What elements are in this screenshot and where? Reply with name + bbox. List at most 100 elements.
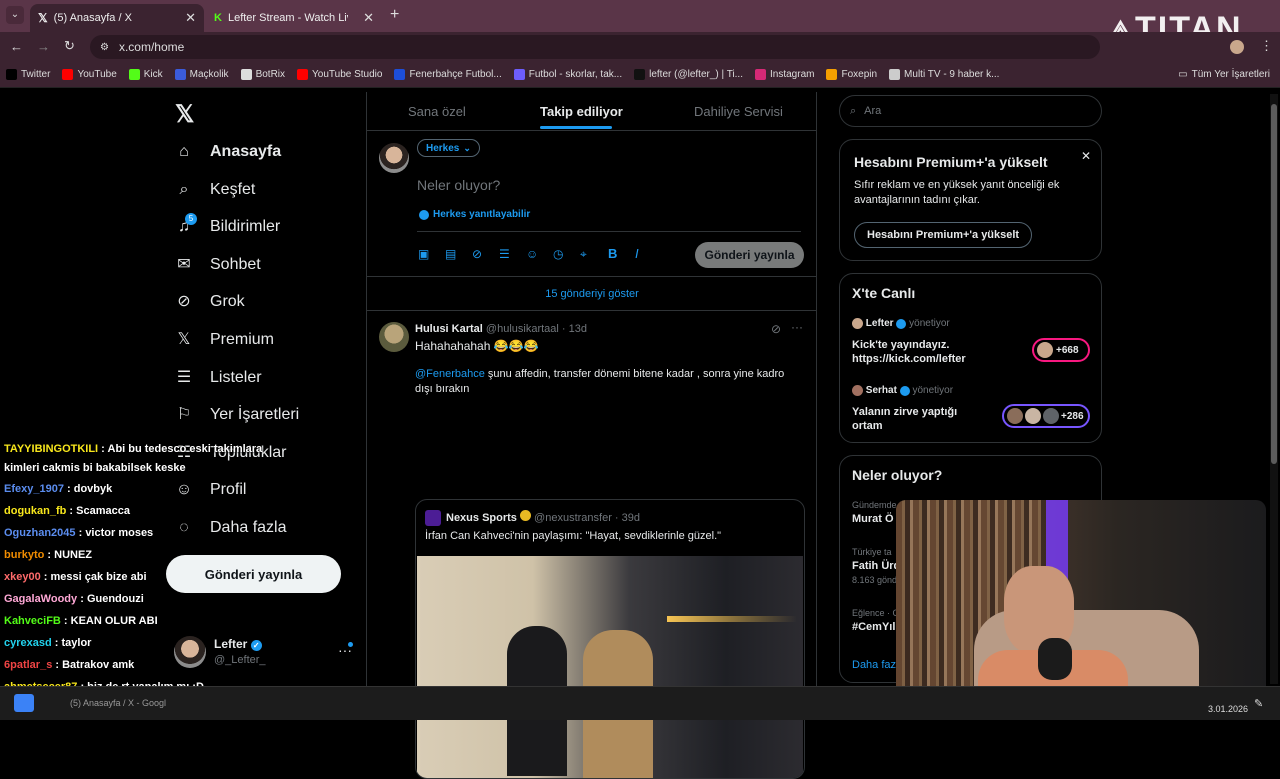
emoji-icon[interactable]: ☺ <box>526 247 538 261</box>
live-item[interactable]: Lefter yönetiyor Kick'te yayındayız. htt… <box>852 318 1092 372</box>
nav-item-6[interactable]: 𝕏 Premium <box>174 330 274 350</box>
bold-icon[interactable]: B <box>608 246 617 261</box>
gif-icon[interactable]: ▤ <box>445 247 456 261</box>
page-scrollbar[interactable] <box>1270 94 1278 684</box>
location-icon[interactable]: ⌖ <box>580 247 587 262</box>
chat-text: Scamacca <box>76 505 130 517</box>
account-switcher[interactable]: Lefter ✓ @_Lefter_ ··· <box>174 634 356 674</box>
post-author[interactable]: Hulusi Kartal <box>415 323 483 335</box>
bookmark-item[interactable]: Instagram <box>755 69 814 80</box>
tab-search-button[interactable]: ⌄ <box>6 6 24 24</box>
all-bookmarks-folder[interactable]: ▭ Tüm Yer İşaretleri <box>1178 69 1270 80</box>
tab-following[interactable]: Takip ediliyor <box>540 92 623 130</box>
nav-item-1[interactable]: ⌂ Anasayfa <box>174 142 281 162</box>
bookmark-item[interactable]: Foxepin <box>826 69 877 80</box>
webcam-overlay <box>896 500 1266 705</box>
close-tab-icon[interactable]: ✕ <box>185 10 196 26</box>
scrollbar-thumb[interactable] <box>1271 104 1277 464</box>
post-body: @Fenerbahce şunu affedin, transfer dönem… <box>415 368 785 395</box>
quoted-post[interactable]: Nexus Sports @nexustransfer · 39d İrfan … <box>415 499 805 779</box>
taskbar-app-icon[interactable] <box>14 694 34 712</box>
trend-name: #CemYıl <box>852 621 896 633</box>
divider <box>367 130 817 131</box>
bookmark-item[interactable]: Maçkolik <box>174 69 229 80</box>
nav-item-2[interactable]: ⌕ Keşfet <box>174 180 256 200</box>
image-icon[interactable]: ▣ <box>418 247 429 261</box>
sidebar-post-button[interactable]: Gönderi yayınla <box>166 555 341 593</box>
bookmark-favicon-icon <box>513 69 525 80</box>
live-item[interactable]: Serhat yönetiyor Yalanın zirve yaptığı o… <box>852 385 1092 439</box>
notification-icon[interactable]: ✎ <box>1254 697 1263 710</box>
schedule-icon[interactable]: ◷ <box>553 247 563 261</box>
quote-photo[interactable] <box>417 556 803 778</box>
forward-icon[interactable]: → <box>37 39 50 54</box>
premium-upgrade-button[interactable]: Hesabını Premium+'a yükselt <box>854 222 1033 248</box>
live-listeners-pill[interactable]: +286 <box>1002 404 1090 428</box>
show-more-link[interactable]: Daha faz <box>852 659 896 671</box>
x-logo-icon[interactable]: 𝕏 <box>175 100 194 129</box>
bookmark-item[interactable]: YouTube <box>62 69 117 80</box>
verified-badge-icon: ✓ <box>250 640 262 651</box>
reload-icon[interactable]: ↻ <box>64 38 75 54</box>
back-icon[interactable]: ← <box>10 39 23 54</box>
show-new-posts-link[interactable]: 15 gönderiyi göster <box>367 278 817 310</box>
site-settings-icon[interactable]: ⚙ <box>100 42 109 53</box>
bookmark-item[interactable]: YouTube Studio <box>297 69 382 80</box>
compose-input[interactable]: Neler oluyor? <box>417 177 500 193</box>
grok-explain-icon[interactable]: ⊘ <box>771 322 781 336</box>
bookmarks-bar: Twitter YouTube Kick Maçkolik BotRix YouTube … <box>0 62 1280 88</box>
browser-menu-icon[interactable]: ⋮ <box>1260 38 1273 54</box>
new-tab-button[interactable]: + <box>390 6 399 24</box>
more-options-icon[interactable]: ··· <box>791 320 803 334</box>
tab-list-dahiliye[interactable]: Dahiliye Servisi <box>694 92 783 130</box>
nav-item-3[interactable]: ♫ 5 Bildirimler <box>174 213 280 237</box>
reply-setting[interactable]: Herkes yanıtlayabilir <box>419 209 530 220</box>
profile-icon: ☺ <box>175 481 193 499</box>
bookmark-item[interactable]: Kick <box>128 69 163 80</box>
nav-item-5[interactable]: ⊘ Grok <box>174 292 244 312</box>
search-icon: ⌕ <box>850 104 857 117</box>
taskbar-window-title[interactable]: (5) Anasayfa / X - Googl <box>70 698 166 708</box>
home-icon: ⌂ <box>179 143 189 160</box>
nav-item-11[interactable]: ◌ Daha fazla <box>174 518 286 538</box>
audience-selector[interactable]: Herkes ⌄ <box>417 139 480 157</box>
avatar <box>1007 408 1023 424</box>
trend-context: Türkiye ta <box>852 547 892 557</box>
trend-item[interactable]: Türkiye ta Fatih Ürd 8.163 gönde <box>852 547 902 585</box>
chat-message: Efexy_1907 : dovbyk <box>4 483 112 495</box>
browser-tab-x[interactable]: 𝕏 (5) Anasayfa / X ✕ <box>30 4 204 32</box>
live-listeners-pill[interactable]: +668 <box>1032 338 1090 362</box>
trend-item[interactable]: Eğlence · C #CemYıl <box>852 608 899 633</box>
bookmark-item[interactable]: lefter (@lefter_) | Ti... <box>634 69 743 80</box>
bookmark-favicon-icon <box>62 69 74 80</box>
live-title: X'te Canlı <box>852 285 916 301</box>
bookmark-item[interactable]: BotRix <box>240 69 285 80</box>
bookmark-item[interactable]: Multi TV - 9 haber k... <box>889 69 999 80</box>
nav-item-10[interactable]: ☺ Profil <box>174 480 247 500</box>
bookmark-item[interactable]: Twitter <box>6 69 50 80</box>
nav-item-7[interactable]: ☰ Listeler <box>174 368 262 388</box>
address-bar[interactable]: ⚙ x.com/home <box>90 35 1100 59</box>
bookmark-icon: ⚐ <box>176 406 192 424</box>
chat-message: xkey00 : messi çak bize abi <box>4 571 147 583</box>
profile-avatar[interactable] <box>1230 40 1244 54</box>
bookmark-item[interactable]: Fenerbahçe Futbol... <box>394 69 502 80</box>
close-icon[interactable]: ✕ <box>1081 149 1091 163</box>
poll-icon[interactable]: ☰ <box>499 247 510 261</box>
chat-username: Oguzhan2045 <box>4 527 76 539</box>
trend-item[interactable]: Gündemde Murat Ö <box>852 500 897 525</box>
bookmark-favicon-icon <box>240 69 252 80</box>
mention-link[interactable]: @Fenerbahce <box>415 368 485 380</box>
bookmark-item[interactable]: Futbol - skorlar, tak... <box>513 69 622 80</box>
browser-tab-kick[interactable]: K Lefter Stream - Watch Live on K ✕ <box>206 4 382 32</box>
italic-icon[interactable]: I <box>635 246 639 261</box>
post[interactable]: Hulusi Kartal @hulusikartaal · 13d ⊘ ···… <box>367 311 817 779</box>
nav-item-4[interactable]: ✉ Sohbet <box>174 255 260 275</box>
close-tab-icon[interactable]: ✕ <box>363 10 374 26</box>
search-icon: ⌕ <box>179 180 189 198</box>
search-input[interactable]: ⌕ Ara <box>839 95 1102 127</box>
tab-for-you[interactable]: Sana özel <box>408 92 466 130</box>
nav-item-8[interactable]: ⚐ Yer İşaretleri <box>174 405 299 425</box>
compose-post-button[interactable]: Gönderi yayınla <box>695 242 804 268</box>
grok-icon[interactable]: ⊘ <box>472 247 482 261</box>
